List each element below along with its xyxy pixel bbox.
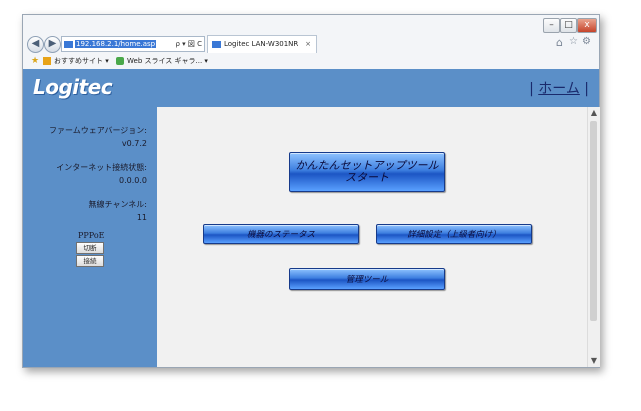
home-suffix: | (579, 81, 589, 97)
tab-favicon (212, 40, 221, 48)
advanced-settings-button[interactable]: 詳細設定（上級者向け） (376, 224, 532, 244)
admin-tools-button[interactable]: 管理ツール (289, 268, 445, 290)
scroll-up-icon[interactable]: ▲ (588, 107, 600, 119)
disconnect-button[interactable]: 切断 (76, 242, 104, 254)
wireless-channel-label: 無線チャンネル: (88, 200, 147, 209)
minimize-button[interactable]: – (543, 18, 560, 33)
back-button[interactable]: ◀ (27, 36, 44, 53)
star-icon[interactable]: ☆ (569, 36, 578, 47)
main-content: かんたんセットアップツール スタート 機器のステータス 詳細設定（上級者向け） … (157, 107, 587, 367)
forward-button[interactable]: ▶ (44, 36, 61, 53)
pppoe-label: PPPoE (78, 231, 105, 240)
firmware-value: v0.7.2 (121, 139, 147, 148)
address-url: 192.168.2.1/home.asp (75, 40, 157, 48)
close-button[interactable]: x (577, 18, 597, 33)
favorites-star-icon[interactable]: ★ (31, 54, 39, 68)
maximize-button[interactable]: □ (560, 18, 577, 33)
logitec-logo: Logitec (33, 75, 113, 99)
address-tools[interactable]: ρ ▾ 図 C (175, 37, 202, 51)
home-icon[interactable]: ⌂ (556, 36, 563, 49)
vertical-scrollbar[interactable]: ▲ ▼ (587, 107, 600, 367)
tab-logitec[interactable]: Logitec LAN-W301NR × (207, 35, 317, 53)
internet-status-label: インターネット接続状態: (56, 163, 147, 172)
home-link[interactable]: ホーム (538, 81, 580, 97)
favorite-link-0[interactable]: おすすめサイト ▾ (54, 54, 109, 68)
easy-setup-line2: スタート (345, 171, 389, 184)
connect-button[interactable]: 接続 (76, 255, 104, 267)
home-nav: | ホーム | (529, 78, 589, 98)
tab-title: Logitec LAN-W301NR (224, 40, 299, 48)
internet-status-value: 0.0.0.0 (119, 176, 147, 185)
scroll-down-icon[interactable]: ▼ (588, 355, 600, 367)
page-icon (64, 40, 73, 48)
address-bar[interactable]: 192.168.2.1/home.asp ρ ▾ 図 C (61, 36, 205, 52)
favorite-link-1[interactable]: Web スライス ギャラ... ▾ (127, 54, 208, 68)
bing-icon (43, 57, 51, 65)
gear-icon[interactable]: ⚙ (582, 36, 591, 47)
tab-close-icon[interactable]: × (305, 36, 311, 53)
browser-window: – □ x ◀ ▶ 192.168.2.1/home.asp ρ ▾ 図 C L… (22, 14, 600, 368)
device-status-button[interactable]: 機器のステータス (203, 224, 359, 244)
scroll-thumb[interactable] (590, 121, 597, 321)
webslice-icon (116, 57, 124, 65)
page-viewport: Logitec | ホーム | ファームウェアバージョン: v0.7.2 インタ… (23, 69, 600, 367)
sidebar: ファームウェアバージョン: v0.7.2 インターネット接続状態: 0.0.0.… (23, 107, 157, 367)
favorites-bar: ★ おすすめサイト ▾ Web スライス ギャラ... ▾ (23, 54, 599, 68)
home-prefix: | (529, 81, 539, 97)
easy-setup-button[interactable]: かんたんセットアップツール スタート (289, 152, 445, 192)
page-header: Logitec | ホーム | (23, 69, 599, 107)
wireless-channel-value: 11 (136, 213, 147, 222)
address-row: ◀ ▶ 192.168.2.1/home.asp ρ ▾ 図 C Logitec… (23, 34, 599, 54)
firmware-label: ファームウェアバージョン: (49, 126, 147, 135)
